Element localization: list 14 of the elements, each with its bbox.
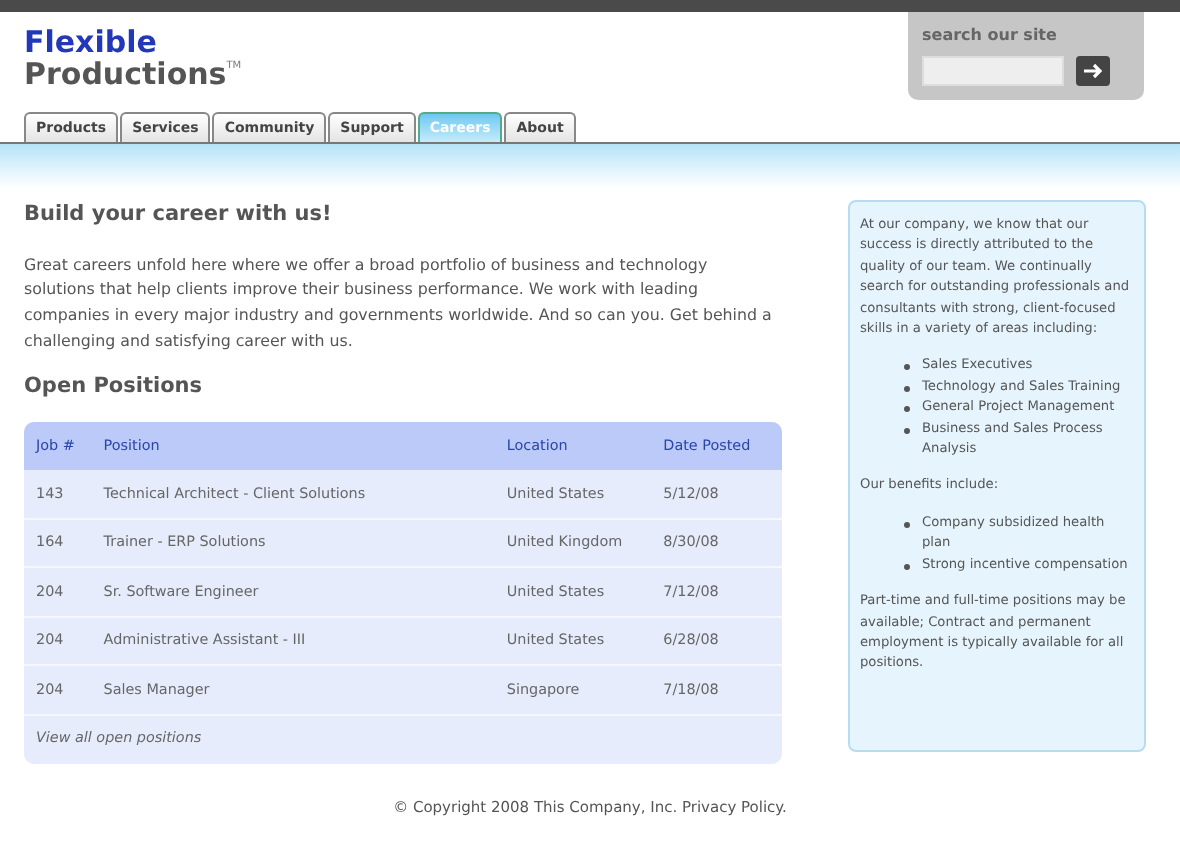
logo-text: Productions <box>24 60 227 88</box>
logo-text: Flexible <box>24 30 159 54</box>
bullet-icon <box>904 563 910 570</box>
section-heading: Open Positions <box>24 371 205 402</box>
arrow-icon <box>1082 62 1104 80</box>
bullet-icon <box>904 427 910 434</box>
bullet-icon <box>904 521 910 528</box>
bullet-icon <box>904 406 910 413</box>
bullet-icon <box>904 364 910 371</box>
page-heading: Build your career with us! <box>24 200 334 230</box>
search-field[interactable] <box>922 56 1064 86</box>
search-label: search our site <box>922 24 1059 48</box>
search-button[interactable] <box>1076 56 1110 86</box>
bullet-icon <box>904 385 910 392</box>
